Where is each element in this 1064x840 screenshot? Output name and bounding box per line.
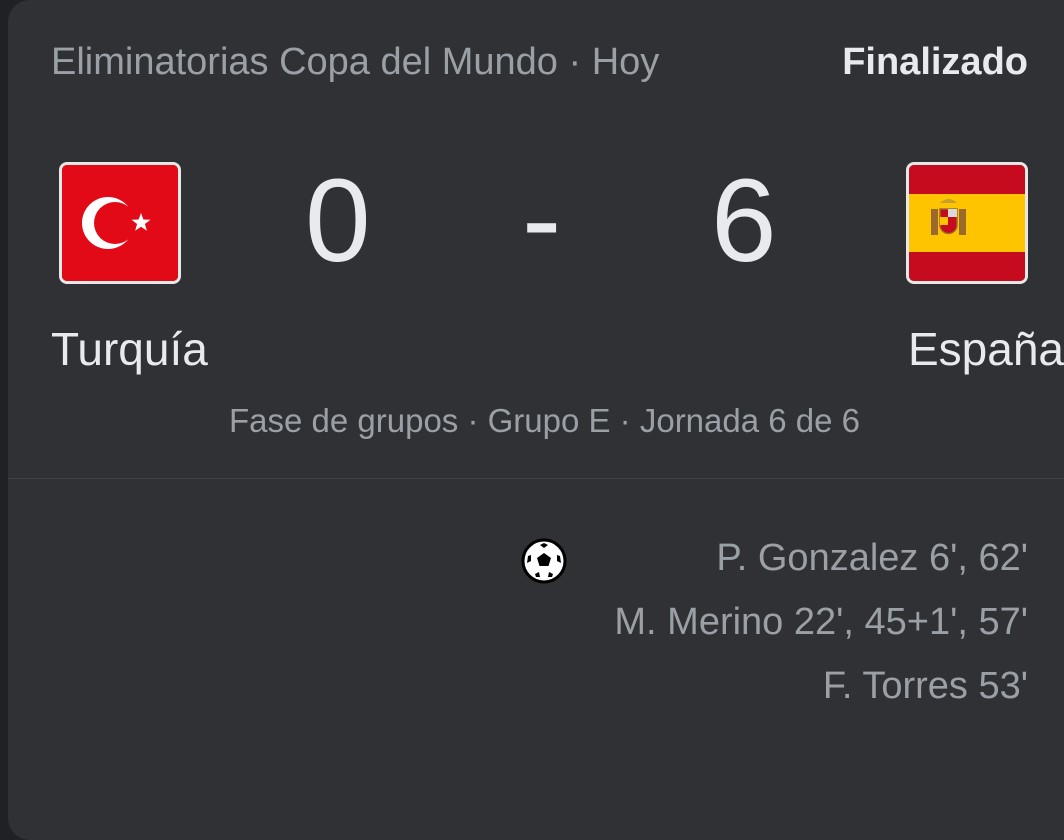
match-card[interactable]: Eliminatorias Copa del Mundo · Hoy Final…	[8, 0, 1064, 840]
away-scorers-list: P. Gonzalez 6', 62' M. Merino 22', 45+1'…	[588, 535, 1028, 727]
turkey-flag-icon	[59, 162, 181, 284]
away-team-name[interactable]: España	[908, 322, 1064, 376]
away-score: 6	[711, 155, 777, 287]
competition-label: Eliminatorias Copa del Mundo · Hoy	[51, 41, 660, 83]
home-score: 0	[305, 155, 371, 287]
scorer-item: M. Merino 22', 45+1', 57'	[614, 601, 1028, 643]
match-status: Finalizado	[842, 41, 1028, 83]
score-separator: -	[522, 153, 562, 285]
scorer-item: F. Torres 53'	[822, 665, 1028, 707]
spain-flag-icon	[906, 162, 1028, 284]
match-round-info: Fase de grupos · Grupo E · Jornada 6 de …	[228, 402, 861, 439]
home-team-name[interactable]: Turquía	[51, 322, 208, 376]
divider	[8, 478, 1064, 479]
scorer-item: P. Gonzalez 6', 62'	[716, 537, 1028, 579]
soccer-ball-icon	[521, 538, 567, 584]
